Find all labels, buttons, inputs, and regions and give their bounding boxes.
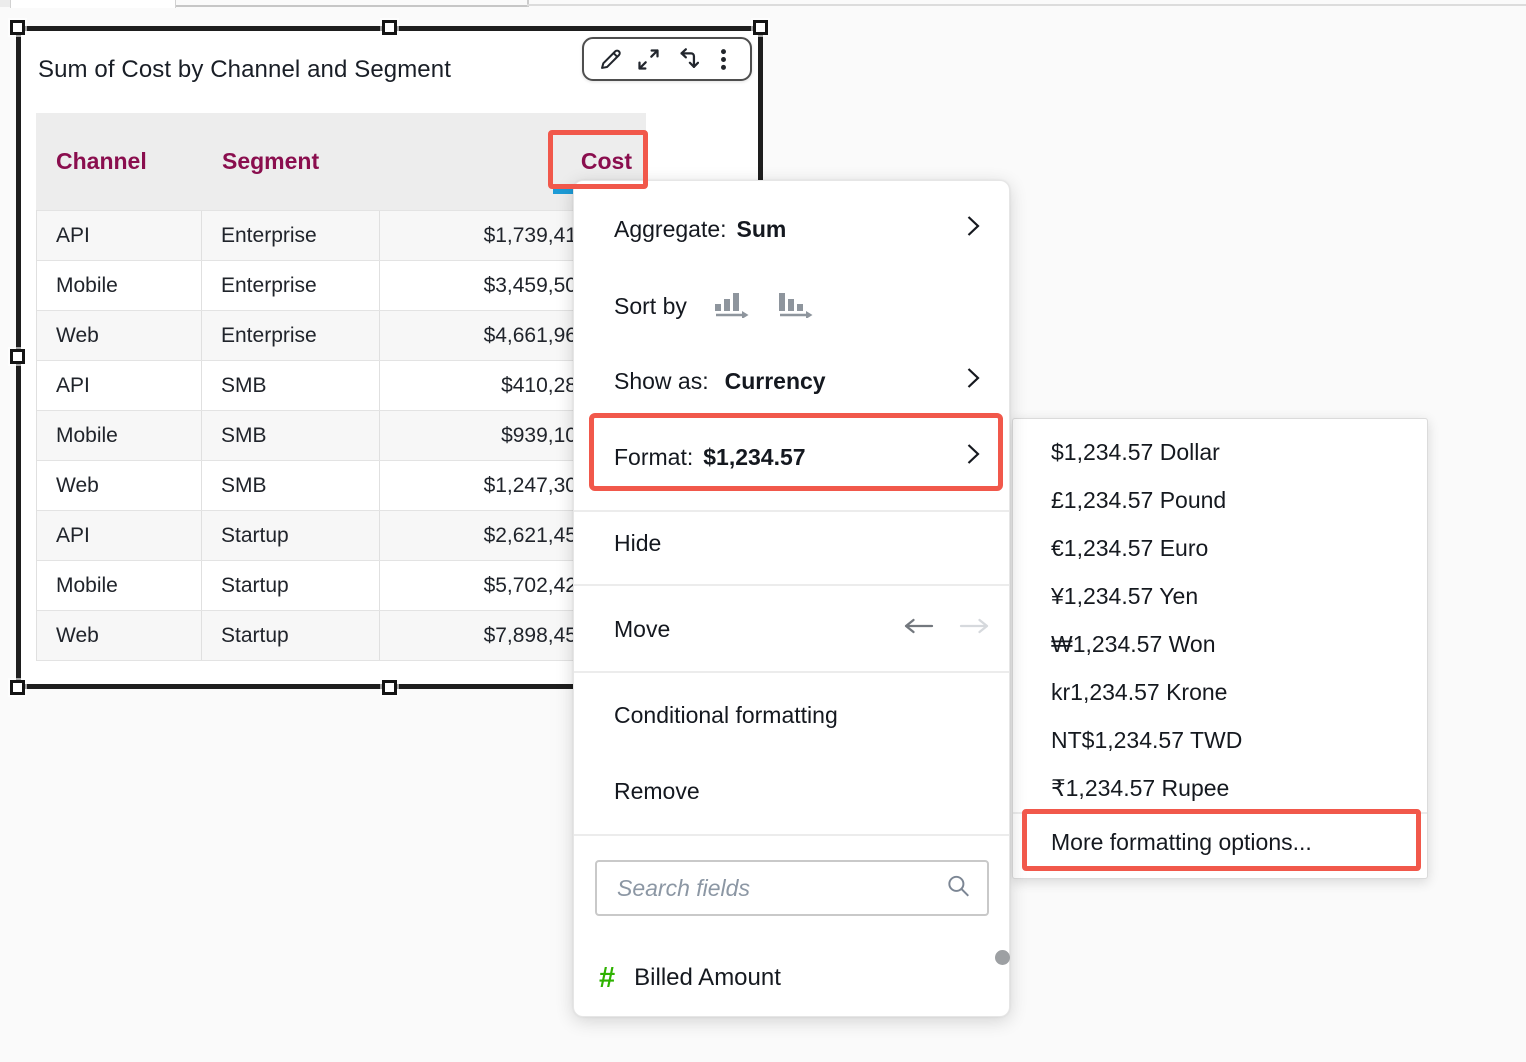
format-option-rupee[interactable]: ₹1,234.57 Rupee [1013, 764, 1427, 812]
column-header-segment[interactable]: Segment [202, 148, 380, 175]
cell-segment[interactable]: SMB [202, 461, 380, 510]
field-list-item-billed-amount[interactable]: # Billed Amount [574, 954, 1009, 1002]
move-right-arrow-icon-disabled [958, 614, 992, 644]
table-body: API Enterprise $1,739,41 Mobile Enterpri… [36, 210, 646, 661]
pivot-table: Channel Segment Cost API Enterprise $1,7… [36, 113, 646, 661]
cell-channel[interactable]: Mobile [37, 561, 202, 610]
browser-tab-strip [0, 0, 1526, 8]
table-row: Mobile SMB $939,10 [37, 410, 645, 460]
search-icon [945, 873, 971, 904]
aggregate-label: Aggregate: [614, 216, 727, 243]
analysis-canvas: Sum of Cost by Channel and Segment [0, 0, 1526, 1062]
sort-by-label: Sort by [614, 293, 687, 320]
tabbar-divider-2 [527, 4, 1526, 6]
table-row: API SMB $410,28 [37, 360, 645, 410]
cell-segment[interactable]: Enterprise [202, 211, 380, 260]
cell-channel[interactable]: Web [37, 311, 202, 360]
table-row: Mobile Startup $5,702,42 [37, 560, 645, 610]
cell-channel[interactable]: Mobile [37, 261, 202, 310]
cell-channel[interactable]: API [37, 211, 202, 260]
cell-segment[interactable]: Startup [202, 561, 380, 610]
chevron-right-icon [966, 214, 981, 244]
cell-segment[interactable]: Startup [202, 611, 380, 660]
menu-item-aggregate[interactable]: Aggregate: Sum [574, 205, 1009, 253]
format-option-pound[interactable]: £1,234.57 Pound [1013, 476, 1427, 524]
active-tab-edge[interactable] [10, 0, 176, 8]
annotation-box-cost-header [548, 130, 648, 189]
visual-title: Sum of Cost by Channel and Segment [38, 56, 451, 84]
format-option-krone[interactable]: kr1,234.57 Krone [1013, 668, 1427, 716]
show-as-label: Show as: [614, 368, 709, 395]
move-label: Move [614, 616, 670, 643]
cell-segment[interactable]: Startup [202, 511, 380, 560]
conditional-formatting-label: Conditional formatting [614, 702, 838, 729]
column-header-channel[interactable]: Channel [36, 148, 202, 175]
cell-segment[interactable]: SMB [202, 411, 380, 460]
field-label: Billed Amount [634, 964, 781, 992]
cell-segment[interactable]: Enterprise [202, 311, 380, 360]
aggregate-value: Sum [737, 216, 787, 243]
move-left-arrow-icon[interactable] [901, 614, 935, 644]
format-option-euro[interactable]: €1,234.57 Euro [1013, 524, 1427, 572]
annotation-box-more-formatting [1022, 809, 1421, 871]
table-row: Web Enterprise $4,661,96 [37, 310, 645, 360]
resize-handle-bottom-left[interactable] [10, 680, 25, 695]
annotation-box-format-item [589, 413, 1003, 491]
field-context-menu: Aggregate: Sum Sort by [573, 180, 1010, 1017]
menu-item-show-as[interactable]: Show as: Currency [574, 357, 1009, 405]
menu-separator [574, 671, 1009, 673]
table-row: Web Startup $7,898,45 [37, 610, 645, 660]
cell-channel[interactable]: Mobile [37, 411, 202, 460]
table-row: Mobile Enterprise $3,459,50 [37, 260, 645, 310]
format-option-twd[interactable]: NT$1,234.57 TWD [1013, 716, 1427, 764]
cell-segment[interactable]: SMB [202, 361, 380, 410]
chevron-right-icon [966, 366, 981, 396]
resize-handle-top-center[interactable] [382, 20, 397, 35]
sort-descending-icon[interactable] [777, 288, 813, 324]
tabbar-divider [176, 5, 527, 7]
menu-item-conditional-formatting[interactable]: Conditional formatting [574, 691, 1009, 739]
resize-handle-middle-left[interactable] [10, 349, 25, 364]
table-row: API Startup $2,621,45 [37, 510, 645, 560]
resize-handle-top-left[interactable] [10, 20, 25, 35]
menu-separator [574, 584, 1009, 586]
table-row: Web SMB $1,247,30 [37, 460, 645, 510]
menu-item-remove[interactable]: Remove [574, 767, 1009, 815]
menu-separator [574, 834, 1009, 836]
edit-pencil-icon[interactable] [597, 45, 625, 73]
kebab-menu-icon[interactable] [709, 45, 737, 73]
hide-label: Hide [614, 530, 661, 557]
menu-scrollbar-thumb[interactable] [995, 950, 1010, 965]
format-option-won[interactable]: ₩1,234.57 Won [1013, 620, 1427, 668]
table-row: API Enterprise $1,739,41 [37, 210, 645, 260]
resize-handle-top-right[interactable] [753, 20, 768, 35]
maximize-icon[interactable] [634, 45, 662, 73]
numeric-hash-icon: # [599, 964, 615, 993]
menu-item-move: Move [574, 605, 1009, 653]
swap-axes-icon[interactable] [672, 45, 700, 73]
cell-segment[interactable]: Enterprise [202, 261, 380, 310]
remove-label: Remove [614, 778, 700, 805]
visual-toolbar [582, 37, 752, 81]
menu-separator [574, 510, 1009, 512]
menu-item-sort-by: Sort by [574, 282, 1009, 330]
resize-handle-bottom-center[interactable] [382, 680, 397, 695]
sort-ascending-icon[interactable] [713, 288, 749, 324]
menu-item-hide[interactable]: Hide [574, 519, 1009, 567]
cell-channel[interactable]: API [37, 361, 202, 410]
tab-stub [0, 0, 10, 7]
format-option-yen[interactable]: ¥1,234.57 Yen [1013, 572, 1427, 620]
search-fields-box [595, 860, 989, 916]
cell-channel[interactable]: Web [37, 611, 202, 660]
show-as-value: Currency [725, 368, 826, 395]
format-option-dollar[interactable]: $1,234.57 Dollar [1013, 428, 1427, 476]
cell-channel[interactable]: Web [37, 461, 202, 510]
search-fields-input[interactable] [597, 862, 987, 914]
cell-channel[interactable]: API [37, 511, 202, 560]
